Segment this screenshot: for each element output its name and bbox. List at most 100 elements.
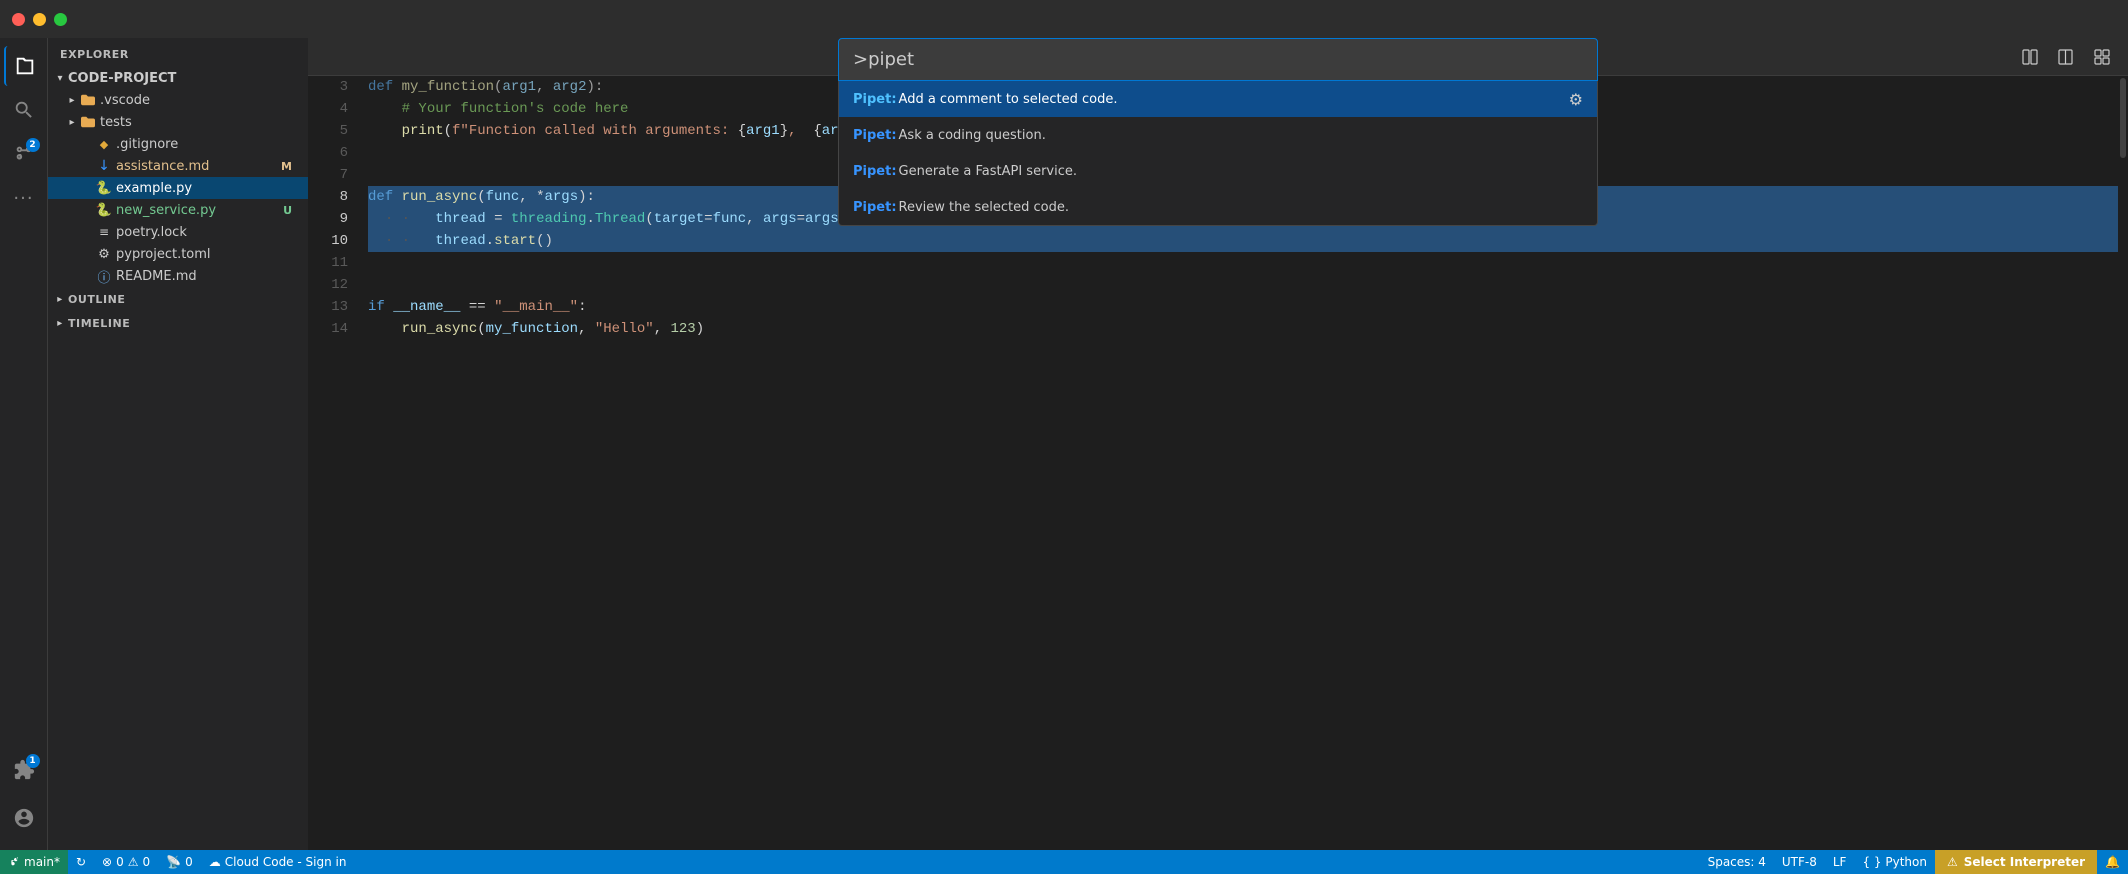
sidebar-item-extensions[interactable]: 1: [4, 750, 44, 790]
split-editor-button[interactable]: [2052, 43, 2080, 71]
tree-item-new-service[interactable]: ▸ 🐍 new_service.py U: [48, 199, 308, 221]
tree-label-poetry-lock: poetry.lock: [116, 225, 300, 240]
section-outline[interactable]: ▸ OUTLINE: [48, 287, 308, 311]
sidebar-item-account[interactable]: [4, 798, 44, 838]
tree-item-vscode[interactable]: ▸ .vscode: [48, 89, 308, 111]
layout-icon: [2094, 49, 2110, 65]
remote-count: 0: [185, 855, 193, 869]
activity-bar: 2 ··· 1: [0, 38, 48, 850]
line-num-6: 6: [308, 142, 348, 164]
line-num-12: 12: [308, 274, 348, 296]
command-item-3[interactable]: Pipet: Review the selected code.: [839, 189, 1597, 225]
tree-item-assistance[interactable]: ▸ ↓ assistance.md M: [48, 155, 308, 177]
line-ending-label: LF: [1833, 855, 1847, 869]
command-label-2: Generate a FastAPI service.: [899, 164, 1077, 179]
code-line-14: run_async(my_function, "Hello", 123): [368, 318, 2118, 340]
section-outline-label: OUTLINE: [68, 293, 125, 306]
tree-label-new-service: new_service.py: [116, 203, 283, 218]
chevron-down-icon: ▾: [52, 70, 68, 86]
sidebar-header: Explorer: [48, 38, 308, 67]
status-remote[interactable]: 📡 0: [158, 850, 201, 874]
tree-item-poetry-lock[interactable]: ▸ ≡ poetry.lock: [48, 221, 308, 243]
section-timeline-label: TIMELINE: [68, 317, 130, 330]
tree-item-gitignore[interactable]: ▸ ◆ .gitignore: [48, 133, 308, 155]
sidebar-item-more[interactable]: ···: [4, 178, 44, 218]
download-icon: ↓: [96, 158, 112, 174]
spaces-label: Spaces: 4: [1708, 855, 1766, 869]
status-language[interactable]: { } Python: [1854, 850, 1935, 874]
line-num-4: 4: [308, 98, 348, 120]
tree-item-tests[interactable]: ▸ tests: [48, 111, 308, 133]
status-cloud[interactable]: ☁ Cloud Code - Sign in: [201, 850, 355, 874]
gitignore-icon: ◆: [96, 136, 112, 152]
section-timeline[interactable]: ▸ TIMELINE: [48, 311, 308, 335]
bell-icon: 🔔: [2105, 855, 2120, 869]
editor-scrollbar[interactable]: [2118, 76, 2128, 850]
info-icon: ⓘ: [96, 268, 112, 284]
cloud-icon: ☁: [209, 855, 221, 869]
account-icon: [13, 807, 35, 829]
command-item-1[interactable]: Pipet: Ask a coding question.: [839, 117, 1597, 153]
code-line-13: if __name__ == "__main__":: [368, 296, 2118, 318]
status-interpreter[interactable]: ⚠ Select Interpreter: [1935, 850, 2097, 874]
status-encoding[interactable]: UTF-8: [1774, 850, 1825, 874]
tree-label-assistance: assistance.md: [116, 159, 281, 174]
title-bar: [0, 0, 2128, 38]
sidebar-item-explorer[interactable]: [4, 46, 44, 86]
command-palette: Pipet: Add a comment to selected code. ⚙…: [838, 38, 1598, 226]
status-notification[interactable]: 🔔: [2097, 850, 2128, 874]
sidebar-item-search[interactable]: [4, 90, 44, 130]
cloud-label: Cloud Code - Sign in: [225, 855, 347, 869]
line-num-9: 9: [308, 208, 348, 230]
command-label-0: Add a comment to selected code.: [899, 92, 1118, 107]
extensions-badge: 1: [26, 754, 40, 768]
project-root[interactable]: ▾ CODE-PROJECT: [48, 67, 308, 89]
warning-interpreter-icon: ⚠: [1947, 855, 1958, 869]
layout-toggle-button[interactable]: [2016, 43, 2044, 71]
settings-icon: ⚙: [96, 246, 112, 262]
line-num-14: 14: [308, 318, 348, 340]
language-label: { } Python: [1862, 855, 1927, 869]
sidebar-item-source-control[interactable]: 2: [4, 134, 44, 174]
command-input-wrapper: [838, 38, 1598, 81]
status-left: main* ↻ ⊗ 0 ⚠ 0 📡 0 ☁ Cloud Code - Sign …: [0, 850, 354, 874]
command-input[interactable]: [839, 39, 1597, 80]
fullscreen-button[interactable]: [54, 13, 67, 26]
folder-icon: [80, 114, 96, 130]
status-errors[interactable]: ⊗ 0 ⚠ 0: [94, 850, 158, 874]
code-line-12: [368, 274, 2118, 296]
command-keyword-3: Pipet:: [853, 200, 897, 215]
status-spaces[interactable]: Spaces: 4: [1700, 850, 1774, 874]
tree-item-pyproject[interactable]: ▸ ⚙ pyproject.toml: [48, 243, 308, 265]
error-count: 0: [116, 855, 124, 869]
tree-item-readme[interactable]: ▸ ⓘ README.md: [48, 265, 308, 287]
close-button[interactable]: [12, 13, 25, 26]
command-dropdown: Pipet: Add a comment to selected code. ⚙…: [838, 81, 1598, 226]
search-icon: [13, 99, 35, 121]
main-layout: 2 ··· 1 Explorer ▾ CODE-PROJECT: [0, 38, 2128, 850]
status-sync[interactable]: ↻: [68, 850, 94, 874]
command-keyword-0: Pipet:: [853, 92, 897, 107]
status-line-ending[interactable]: LF: [1825, 850, 1855, 874]
tree-label-pyproject: pyproject.toml: [116, 247, 300, 262]
code-line-10: · · thread.start(): [368, 230, 2118, 252]
encoding-label: UTF-8: [1782, 855, 1817, 869]
gear-icon[interactable]: ⚙: [1569, 90, 1583, 109]
files-icon: [14, 55, 36, 77]
warning-count: 0: [143, 855, 151, 869]
editor-area: Pipet: Add a comment to selected code. ⚙…: [308, 38, 2128, 850]
split-icon: [2058, 49, 2074, 65]
command-keyword-1: Pipet:: [853, 128, 897, 143]
status-branch[interactable]: main*: [0, 850, 68, 874]
command-item-2[interactable]: Pipet: Generate a FastAPI service.: [839, 153, 1597, 189]
tree-badge-m: M: [281, 160, 300, 173]
line-num-3: 3: [308, 76, 348, 98]
chevron-right-icon: ▸: [64, 92, 80, 108]
tree-item-example-py[interactable]: ▸ 🐍 example.py: [48, 177, 308, 199]
line-num-5: 5: [308, 120, 348, 142]
customize-layout-button[interactable]: [2088, 43, 2116, 71]
folder-icon: [80, 92, 96, 108]
minimize-button[interactable]: [33, 13, 46, 26]
line-num-13: 13: [308, 296, 348, 318]
command-item-0[interactable]: Pipet: Add a comment to selected code. ⚙: [839, 81, 1597, 117]
